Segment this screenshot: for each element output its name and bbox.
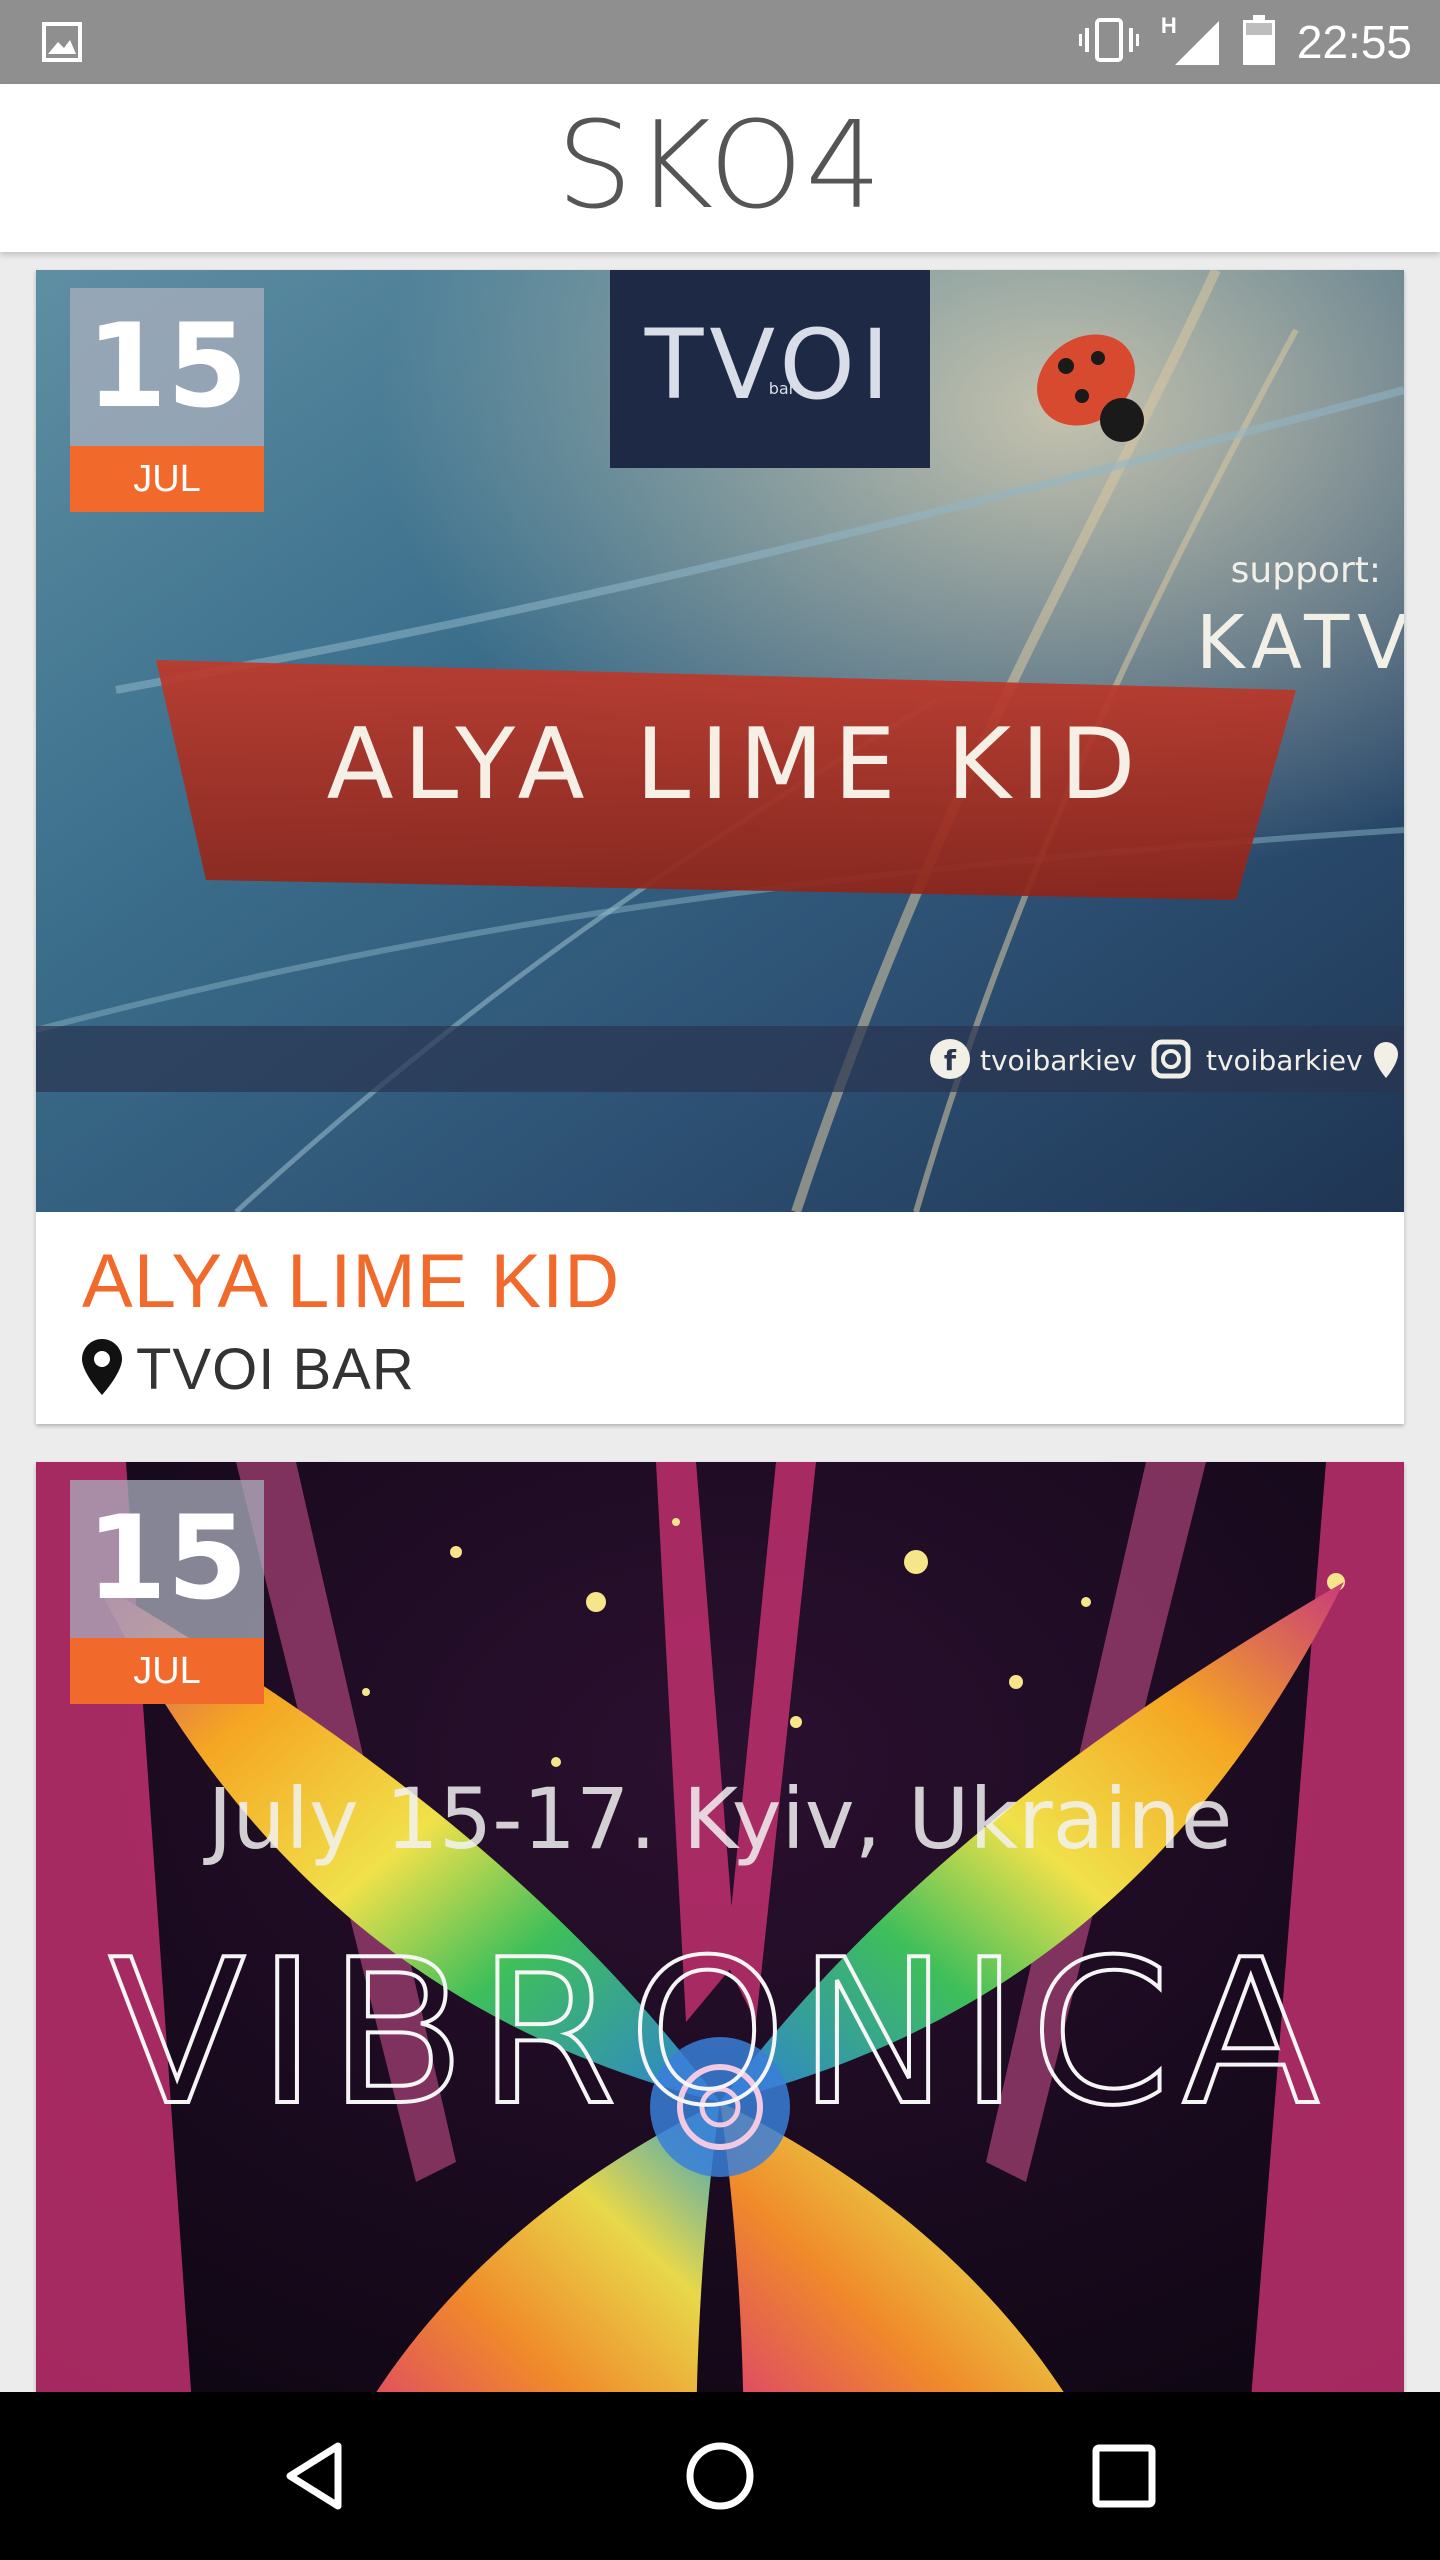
event-card[interactable]: TVOI bar support: KATV ALYA LIME KID f t… — [36, 270, 1404, 1424]
home-icon[interactable] — [680, 2436, 760, 2516]
back-icon[interactable] — [276, 2436, 356, 2516]
poster-headline: VIBRONICA — [109, 1917, 1331, 2150]
poster-headline: ALYA LIME KID — [327, 708, 1146, 822]
event-info[interactable]: ALYA LIME KID TVOI BAR — [36, 1212, 1404, 1424]
event-venue[interactable]: TVOI BAR — [82, 1336, 415, 1403]
location-pin-icon — [82, 1339, 122, 1400]
vibrate-icon — [1078, 17, 1139, 67]
poster-facebook-handle: tvoibarkiev — [980, 1044, 1137, 1077]
date-badge: 15 JUL — [70, 1480, 264, 1704]
event-card[interactable]: July 15-17. Kyiv, Ukraine VIBRONICA 15 J… — [36, 1462, 1404, 2392]
status-clock: 22:55 — [1296, 16, 1412, 68]
app-header: SKO4 — [0, 84, 1440, 252]
poster-venue-logo: TVOI — [644, 309, 896, 421]
battery-icon — [1242, 14, 1275, 70]
venue-name: TVOI BAR — [136, 1337, 415, 1402]
poster-instagram-handle: tvoibarkiev — [1206, 1044, 1363, 1077]
date-badge: 15 JUL — [70, 288, 264, 512]
event-title[interactable]: ALYA LIME KID — [82, 1238, 620, 1325]
event-feed[interactable]: TVOI bar support: KATV ALYA LIME KID f t… — [0, 252, 1440, 2392]
poster-support-name: KATV — [1196, 600, 1404, 686]
date-day: 15 — [70, 1480, 264, 1638]
poster-venue-logo-sub: bar — [769, 379, 796, 398]
poster-dates-line: July 15-17. Kyiv, Ukraine — [203, 1770, 1233, 1868]
image-notification-icon — [42, 22, 82, 67]
signal-icon: H — [1161, 13, 1221, 67]
date-day: 15 — [70, 288, 264, 446]
poster-support-label: support: — [1231, 550, 1381, 591]
date-month: JUL — [70, 446, 264, 512]
navigation-bar — [0, 2392, 1440, 2560]
svg-text:f: f — [944, 1044, 957, 1077]
status-bar: H 22:55 — [0, 0, 1440, 84]
date-month: JUL — [70, 1638, 264, 1704]
recents-icon[interactable] — [1084, 2436, 1164, 2516]
app-logo[interactable]: SKO4 — [0, 107, 1440, 227]
